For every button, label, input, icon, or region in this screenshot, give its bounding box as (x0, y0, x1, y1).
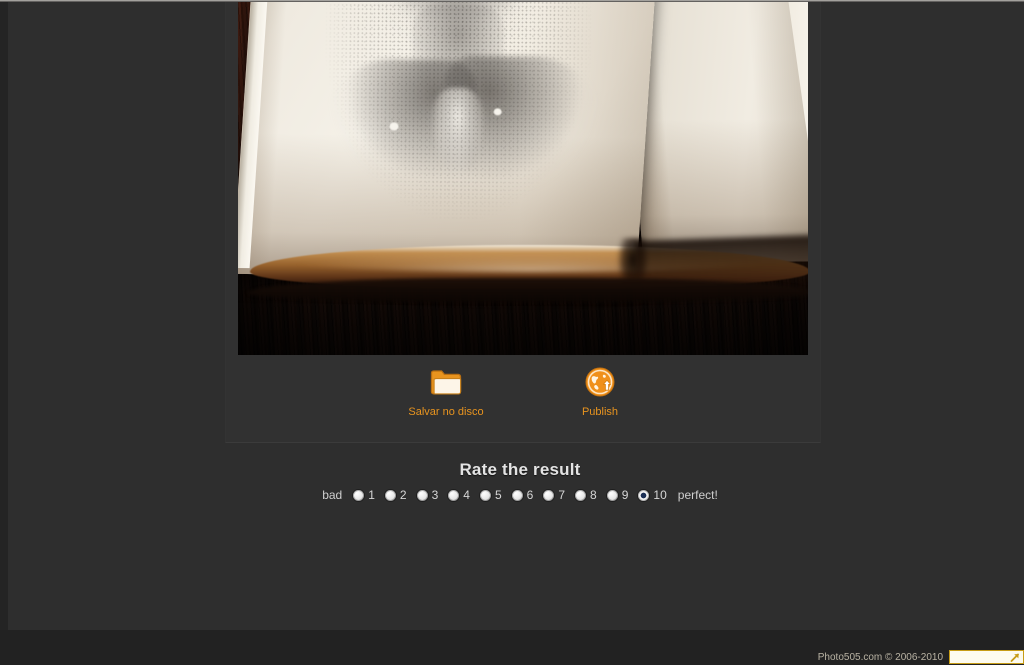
folder-icon (386, 365, 506, 399)
rating-option-label: 1 (368, 488, 375, 502)
rating-option-label: 9 (621, 488, 629, 502)
publish-button[interactable]: Publish (540, 365, 660, 420)
rating-option-label: 5 (494, 488, 502, 502)
radio-icon-selected[interactable] (638, 489, 650, 501)
save-to-disk-button[interactable]: Salvar no disco (386, 365, 506, 420)
radio-icon[interactable] (384, 489, 396, 501)
rating-option-label: 2 (399, 488, 407, 502)
rating-option-label: 10 (653, 488, 667, 502)
rating-high-label: perfect! (677, 488, 718, 502)
sketch-pencil-grain (322, 2, 607, 222)
arrow-up-right-icon (1010, 653, 1019, 662)
radio-icon[interactable] (511, 489, 523, 501)
rating-option-2[interactable]: 2 (380, 488, 412, 502)
radio-icon[interactable] (606, 489, 618, 501)
rating-option-4[interactable]: 4 (443, 488, 475, 502)
rating-option-label: 7 (558, 488, 566, 502)
left-gutter (0, 2, 8, 630)
rating-option-label: 8 (590, 488, 597, 502)
sketch-highlight-speck (389, 122, 399, 131)
rating-option-7[interactable]: 7 (538, 488, 570, 502)
footer-counter-widget[interactable] (949, 650, 1024, 664)
rating-option-3[interactable]: 3 (412, 488, 444, 502)
pencil-portrait-sketch (322, 2, 607, 241)
save-to-disk-label: Salvar no disco (408, 406, 484, 418)
radio-icon[interactable] (575, 489, 587, 501)
footer-bar: Photo505.com © 2006-2010 (0, 630, 1024, 665)
rating-option-10[interactable]: 10 (633, 488, 671, 502)
rating-low-label: bad (322, 488, 343, 502)
publish-label: Publish (581, 406, 619, 418)
radio-icon[interactable] (448, 489, 460, 501)
page-canvas: Salvar no disco Publish Rate the result … (8, 2, 1024, 630)
notebook-cover-band (248, 278, 808, 302)
result-actions: Salvar no disco Publish (225, 355, 821, 443)
rating-option-8[interactable]: 8 (570, 488, 602, 502)
radio-icon[interactable] (353, 489, 365, 501)
rating-option-6[interactable]: 6 (507, 488, 539, 502)
result-photo[interactable] (238, 2, 808, 355)
rating-scale: bad 1 2 3 4 5 6 7 8 9 10 perfect! (16, 488, 1024, 502)
app-viewport: Salvar no disco Publish Rate the result … (0, 0, 1024, 665)
photo-stage (238, 2, 808, 355)
rating-option-label: 3 (431, 488, 439, 502)
rating-option-label: 6 (526, 488, 534, 502)
radio-icon[interactable] (479, 489, 491, 501)
rating-option-1[interactable]: 1 (348, 488, 380, 502)
copyright-text: Photo505.com © 2006-2010 (817, 651, 943, 663)
sketch-highlight-speck (493, 108, 502, 116)
radio-icon[interactable] (543, 489, 555, 501)
footer-content: Photo505.com © 2006-2010 (818, 650, 1024, 664)
radio-icon[interactable] (416, 489, 428, 501)
rating-option-9[interactable]: 9 (602, 488, 634, 502)
rate-title: Rate the result (459, 460, 581, 479)
globe-upload-icon (540, 365, 660, 399)
rating-option-5[interactable]: 5 (475, 488, 507, 502)
rating-option-label: 4 (463, 488, 470, 502)
